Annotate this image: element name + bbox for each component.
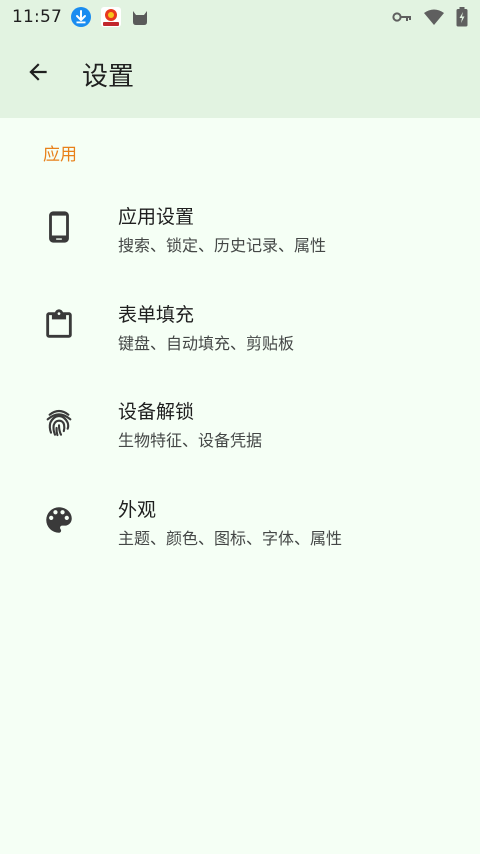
item-subtitle: 生物特征、设备凭据 (118, 431, 263, 450)
item-title: 外观 (118, 499, 157, 521)
battery-icon (456, 7, 468, 27)
settings-item-app-settings[interactable]: 应用设置 搜索、锁定、历史记录、属性 (0, 180, 480, 276)
settings-item-device-unlock[interactable]: 设备解锁 生物特征、设备凭据 (0, 375, 480, 471)
item-subtitle: 主题、颜色、图标、字体、属性 (118, 529, 343, 548)
arrow-back-icon (25, 59, 51, 89)
settings-list: 应用 应用设置 搜索、锁定、历史记录、属性 表单填充 键盘、自动填充、剪贴板 设… (0, 118, 480, 854)
back-button[interactable] (16, 52, 60, 96)
app-bar: 设置 (0, 34, 480, 118)
settings-item-appearance[interactable]: 外观 主题、颜色、图标、字体、属性 (0, 473, 480, 569)
wifi-icon (424, 9, 444, 25)
status-time: 11:57 (12, 7, 62, 27)
app-badge-icon (100, 6, 122, 28)
key-icon (392, 10, 412, 24)
phone-icon (40, 208, 78, 246)
status-left: 11:57 (12, 6, 158, 28)
status-bar: 11:57 (0, 0, 480, 34)
cat-icon (130, 7, 150, 27)
section-header-app: 应用 (43, 145, 77, 165)
page-title: 设置 (82, 62, 135, 92)
item-subtitle: 键盘、自动填充、剪贴板 (118, 334, 295, 353)
palette-icon (40, 501, 78, 539)
settings-item-form-fill[interactable]: 表单填充 键盘、自动填充、剪贴板 (0, 278, 480, 374)
clipboard-icon (40, 306, 78, 344)
download-icon (70, 6, 92, 28)
item-title: 应用设置 (118, 206, 195, 228)
item-title: 表单填充 (118, 304, 195, 326)
status-right (380, 7, 468, 27)
item-subtitle: 搜索、锁定、历史记录、属性 (118, 236, 327, 255)
fingerprint-icon (40, 403, 78, 441)
item-title: 设备解锁 (118, 401, 195, 423)
